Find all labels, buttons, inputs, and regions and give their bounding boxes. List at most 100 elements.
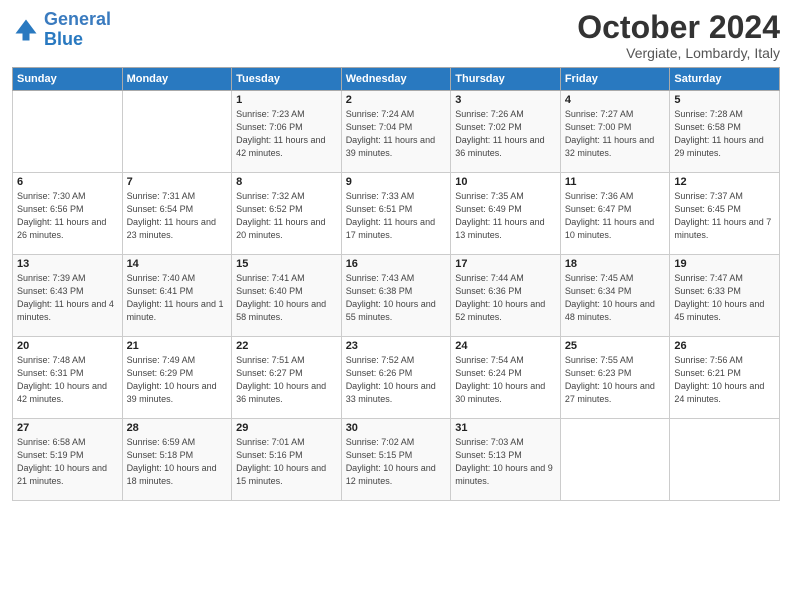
week-row-3: 13Sunrise: 7:39 AM Sunset: 6:43 PM Dayli…	[13, 255, 780, 337]
day-number: 6	[17, 176, 118, 188]
day-cell: 25 Sunrise: 7:55 AM Sunset: 6:23 PM Dayli…	[560, 337, 670, 419]
day-content: Sunrise: 7:27 AM Sunset: 7:00 PM Dayligh…	[565, 108, 666, 160]
day-cell: 22Sunrise: 7:51 AM Sunset: 6:27 PM Dayli…	[232, 337, 342, 419]
day-content: Sunrise: 7:52 AM Sunset: 6:26 PM Dayligh…	[346, 354, 447, 406]
day-cell: 26 Sunrise: 7:56 AM Sunset: 6:21 PM Dayli…	[670, 337, 780, 419]
day-content: Sunrise: 7:37 AM Sunset: 6:45 PM Dayligh…	[674, 190, 775, 242]
day-content: Sunrise: 7:51 AM Sunset: 6:27 PM Dayligh…	[236, 354, 337, 406]
day-number: 24	[455, 340, 556, 352]
day-content: Sunrise: 7:03 AM Sunset: 5:13 PM Dayligh…	[455, 436, 556, 488]
day-content: Sunrise: 7:26 AM Sunset: 7:02 PM Dayligh…	[455, 108, 556, 160]
day-cell: 1 Sunrise: 7:23 AM Sunset: 7:06 PM Daylig…	[232, 91, 342, 173]
day-cell: 9 Sunrise: 7:33 AM Sunset: 6:51 PM Daylig…	[341, 173, 451, 255]
day-content: Sunrise: 7:01 AM Sunset: 5:16 PM Dayligh…	[236, 436, 337, 488]
week-row-4: 20 Sunrise: 7:48 AM Sunset: 6:31 PM Dayli…	[13, 337, 780, 419]
day-content: Sunrise: 7:36 AM Sunset: 6:47 PM Dayligh…	[565, 190, 666, 242]
day-content: Sunrise: 7:56 AM Sunset: 6:21 PM Dayligh…	[674, 354, 775, 406]
day-cell: 13Sunrise: 7:39 AM Sunset: 6:43 PM Dayli…	[13, 255, 123, 337]
day-content: Sunrise: 7:23 AM Sunset: 7:06 PM Dayligh…	[236, 108, 337, 160]
day-number: 9	[346, 176, 447, 188]
day-content: Sunrise: 7:31 AM Sunset: 6:54 PM Dayligh…	[127, 190, 228, 242]
day-number: 8	[236, 176, 337, 188]
day-content: Sunrise: 7:39 AM Sunset: 6:43 PM Dayligh…	[17, 272, 118, 324]
day-content: Sunrise: 7:45 AM Sunset: 6:34 PM Dayligh…	[565, 272, 666, 324]
day-cell: 8 Sunrise: 7:32 AM Sunset: 6:52 PM Daylig…	[232, 173, 342, 255]
day-number: 16	[346, 258, 447, 270]
day-number: 31	[455, 422, 556, 434]
week-row-1: 1 Sunrise: 7:23 AM Sunset: 7:06 PM Daylig…	[13, 91, 780, 173]
day-content: Sunrise: 6:58 AM Sunset: 5:19 PM Dayligh…	[17, 436, 118, 488]
day-content: Sunrise: 7:43 AM Sunset: 6:38 PM Dayligh…	[346, 272, 447, 324]
day-content: Sunrise: 7:28 AM Sunset: 6:58 PM Dayligh…	[674, 108, 775, 160]
week-row-2: 6 Sunrise: 7:30 AM Sunset: 6:56 PM Daylig…	[13, 173, 780, 255]
header-row: SundayMondayTuesdayWednesdayThursdayFrid…	[13, 68, 780, 91]
day-number: 18	[565, 258, 666, 270]
day-content: Sunrise: 7:48 AM Sunset: 6:31 PM Dayligh…	[17, 354, 118, 406]
day-number: 30	[346, 422, 447, 434]
day-number: 27	[17, 422, 118, 434]
day-content: Sunrise: 7:40 AM Sunset: 6:41 PM Dayligh…	[127, 272, 228, 324]
day-content: Sunrise: 7:47 AM Sunset: 6:33 PM Dayligh…	[674, 272, 775, 324]
day-number: 15	[236, 258, 337, 270]
col-header-friday: Friday	[560, 68, 670, 91]
day-cell: 6 Sunrise: 7:30 AM Sunset: 6:56 PM Daylig…	[13, 173, 123, 255]
col-header-saturday: Saturday	[670, 68, 780, 91]
col-header-sunday: Sunday	[13, 68, 123, 91]
day-number: 25	[565, 340, 666, 352]
day-number: 28	[127, 422, 228, 434]
location: Vergiate, Lombardy, Italy	[577, 45, 780, 61]
title-block: October 2024 Vergiate, Lombardy, Italy	[577, 10, 780, 61]
day-content: Sunrise: 7:54 AM Sunset: 6:24 PM Dayligh…	[455, 354, 556, 406]
day-content: Sunrise: 7:35 AM Sunset: 6:49 PM Dayligh…	[455, 190, 556, 242]
day-content: Sunrise: 7:02 AM Sunset: 5:15 PM Dayligh…	[346, 436, 447, 488]
header: General Blue October 2024 Vergiate, Lomb…	[12, 10, 780, 61]
col-header-wednesday: Wednesday	[341, 68, 451, 91]
day-content: Sunrise: 7:49 AM Sunset: 6:29 PM Dayligh…	[127, 354, 228, 406]
day-number: 23	[346, 340, 447, 352]
logo-line2: Blue	[44, 29, 83, 49]
day-content: Sunrise: 7:32 AM Sunset: 6:52 PM Dayligh…	[236, 190, 337, 242]
day-content: Sunrise: 6:59 AM Sunset: 5:18 PM Dayligh…	[127, 436, 228, 488]
day-cell	[670, 419, 780, 501]
day-cell: 21 Sunrise: 7:49 AM Sunset: 6:29 PM Dayli…	[122, 337, 232, 419]
week-row-5: 27 Sunrise: 6:58 AM Sunset: 5:19 PM Dayli…	[13, 419, 780, 501]
day-content: Sunrise: 7:41 AM Sunset: 6:40 PM Dayligh…	[236, 272, 337, 324]
day-number: 26	[674, 340, 775, 352]
day-cell: 18 Sunrise: 7:45 AM Sunset: 6:34 PM Dayli…	[560, 255, 670, 337]
logo-icon	[12, 16, 40, 44]
day-cell: 28 Sunrise: 6:59 AM Sunset: 5:18 PM Dayli…	[122, 419, 232, 501]
day-number: 1	[236, 94, 337, 106]
day-number: 4	[565, 94, 666, 106]
day-cell	[13, 91, 123, 173]
day-cell: 16 Sunrise: 7:43 AM Sunset: 6:38 PM Dayli…	[341, 255, 451, 337]
day-cell	[122, 91, 232, 173]
day-cell: 5Sunrise: 7:28 AM Sunset: 6:58 PM Daylig…	[670, 91, 780, 173]
day-number: 29	[236, 422, 337, 434]
day-cell: 29 Sunrise: 7:01 AM Sunset: 5:16 PM Dayli…	[232, 419, 342, 501]
logo-text: General Blue	[44, 10, 111, 50]
day-number: 3	[455, 94, 556, 106]
day-content: Sunrise: 7:55 AM Sunset: 6:23 PM Dayligh…	[565, 354, 666, 406]
day-cell: 30 Sunrise: 7:02 AM Sunset: 5:15 PM Dayli…	[341, 419, 451, 501]
day-number: 10	[455, 176, 556, 188]
day-number: 7	[127, 176, 228, 188]
day-number: 20	[17, 340, 118, 352]
day-cell: 31 Sunrise: 7:03 AM Sunset: 5:13 PM Dayli…	[451, 419, 561, 501]
day-cell: 12 Sunrise: 7:37 AM Sunset: 6:45 PM Dayli…	[670, 173, 780, 255]
day-number: 19	[674, 258, 775, 270]
day-number: 2	[346, 94, 447, 106]
day-cell: 7 Sunrise: 7:31 AM Sunset: 6:54 PM Daylig…	[122, 173, 232, 255]
day-content: Sunrise: 7:30 AM Sunset: 6:56 PM Dayligh…	[17, 190, 118, 242]
logo: General Blue	[12, 10, 111, 50]
day-number: 14	[127, 258, 228, 270]
day-number: 12	[674, 176, 775, 188]
day-cell: 23 Sunrise: 7:52 AM Sunset: 6:26 PM Dayli…	[341, 337, 451, 419]
day-number: 21	[127, 340, 228, 352]
col-header-monday: Monday	[122, 68, 232, 91]
day-cell: 10 Sunrise: 7:35 AM Sunset: 6:49 PM Dayli…	[451, 173, 561, 255]
col-header-thursday: Thursday	[451, 68, 561, 91]
day-content: Sunrise: 7:33 AM Sunset: 6:51 PM Dayligh…	[346, 190, 447, 242]
day-content: Sunrise: 7:24 AM Sunset: 7:04 PM Dayligh…	[346, 108, 447, 160]
day-cell	[560, 419, 670, 501]
day-cell: 2 Sunrise: 7:24 AM Sunset: 7:04 PM Daylig…	[341, 91, 451, 173]
